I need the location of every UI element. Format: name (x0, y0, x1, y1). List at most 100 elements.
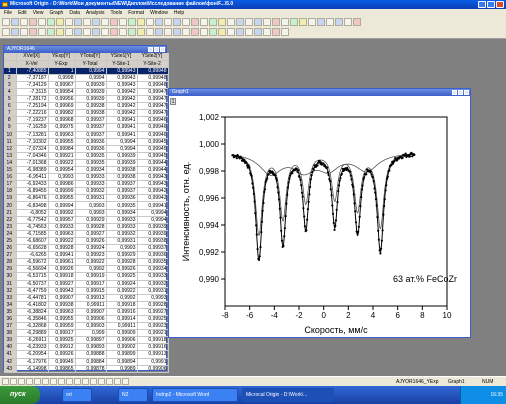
drawing-tool-button[interactable] (34, 378, 41, 385)
toolbar-button[interactable] (254, 18, 262, 26)
table-cell[interactable]: 0,99909 (106, 329, 138, 338)
table-cell[interactable]: -7,04346 (16, 152, 49, 160)
table-cell[interactable]: 0,99937 (75, 116, 107, 125)
toolbar-button[interactable] (128, 18, 136, 26)
format-toolbar-button[interactable] (218, 28, 226, 36)
table-cell[interactable]: 0,99923 (75, 251, 107, 260)
table-cell[interactable]: 0,99921 (137, 329, 169, 338)
table-cell[interactable]: 0,99932 (106, 230, 138, 238)
table-cell[interactable]: 0,99925 (48, 336, 76, 345)
table-cell[interactable]: 0,99922 (106, 287, 138, 295)
row-number[interactable]: 16 (4, 173, 17, 182)
format-toolbar-button[interactable] (38, 28, 46, 36)
row-number[interactable]: 13 (4, 152, 17, 160)
table-cell[interactable]: -6,71585 (16, 230, 49, 238)
table-cell[interactable]: 0,99939 (75, 81, 107, 89)
table-row[interactable]: 2 -7,37187 0,9998 0,9994 0,99943 0,99948 (4, 74, 169, 82)
row-number[interactable]: 42 (4, 358, 17, 366)
table-cell[interactable]: 0,99939 (137, 223, 169, 231)
toolbar-button[interactable] (20, 18, 28, 26)
graph-title-bar[interactable]: Graph1 (169, 89, 470, 96)
graph-window[interactable]: Graph1 1 -8 -6 -4 -2 0 2 4 6 8 10 0,990 0,992 0,994 0… (168, 88, 471, 338)
table-cell[interactable]: 0,99941 (106, 123, 138, 132)
table-row[interactable]: 34 -6,41802 0,99938 0,99911 0,99918 0,99928 (4, 301, 169, 309)
format-toolbar-button[interactable] (164, 28, 172, 36)
format-toolbar-button[interactable] (173, 28, 181, 36)
toolbar-button[interactable] (164, 18, 172, 26)
table-cell[interactable]: -6,50737 (16, 280, 49, 288)
table-cell[interactable]: 0,99948 (137, 67, 169, 75)
table-cell[interactable]: 0,99914 (106, 315, 138, 324)
drawing-tool-button[interactable] (98, 378, 105, 385)
graph-maximize-button[interactable] (458, 90, 463, 95)
toolbar-button[interactable] (47, 18, 55, 26)
table-cell[interactable]: 0,99903 (75, 322, 107, 331)
menu-help[interactable]: Help (174, 9, 184, 17)
table-cell[interactable]: 0,99955 (48, 138, 76, 146)
format-toolbar-button[interactable] (83, 28, 91, 36)
toolbar-button[interactable] (299, 18, 307, 26)
drawing-tool-button[interactable] (50, 378, 57, 385)
table-cell[interactable]: 0,99942 (106, 88, 138, 97)
worksheet-minimize-button[interactable] (148, 47, 153, 52)
table-cell[interactable]: 0,99963 (48, 308, 76, 316)
table-cell[interactable]: -6,17976 (16, 358, 49, 366)
table-row[interactable]: 41 -6,20954 0,99926 0,99888 0,99899 0,99913 (4, 350, 169, 359)
table-cell[interactable]: 0,99919 (75, 272, 107, 281)
drawing-tool-button[interactable] (66, 378, 73, 385)
table-cell[interactable]: 0,99984 (48, 145, 76, 153)
row-number[interactable]: 24 (4, 230, 17, 238)
toolbar-button[interactable] (281, 18, 289, 26)
format-toolbar-button[interactable] (146, 28, 154, 36)
drawing-tool-button[interactable] (18, 378, 25, 385)
column-header[interactable]: YExp[Y] (48, 53, 76, 61)
table-cell[interactable]: 0,9994 (106, 138, 138, 146)
table-cell[interactable]: 0,99939 (137, 230, 169, 238)
table-cell[interactable]: 0,99939 (75, 95, 107, 104)
toolbar-button[interactable] (29, 18, 37, 26)
table-cell[interactable]: -6,26911 (16, 336, 49, 345)
table-cell[interactable]: 0,99994 (48, 201, 76, 210)
worksheet-maximize-button[interactable] (154, 47, 159, 52)
table-cell[interactable]: 0,99922 (75, 258, 107, 267)
table-row[interactable]: 11 -7,10302 0,99955 0,99936 0,9994 0,99945 (4, 138, 169, 146)
worksheet-close-button[interactable] (160, 47, 165, 52)
drawing-tool-button[interactable] (74, 378, 81, 385)
row-number[interactable]: 12 (4, 145, 17, 153)
menu-file[interactable]: File (4, 9, 12, 17)
table-row[interactable]: 9 -7,16259 0,99975 0,99937 0,99941 0,99946 (4, 123, 169, 132)
table-row[interactable]: 37 -6,32868 0,99959 0,99903 0,99911 0,99923 (4, 322, 169, 331)
table-cell[interactable]: 0,99943 (106, 74, 138, 82)
format-toolbar-button[interactable] (137, 28, 145, 36)
table-cell[interactable]: 0,99911 (106, 322, 138, 331)
table-cell[interactable]: 0,9994 (75, 67, 107, 75)
toolbar-button[interactable] (290, 18, 298, 26)
table-row[interactable]: 30 -6,53715 0,99918 0,99919 0,99925 0,99933 (4, 272, 169, 281)
table-row[interactable]: 27 -6,6265 0,99941 0,99923 0,99929 0,99936 (4, 251, 169, 260)
table-cell[interactable]: 0,99926 (75, 237, 107, 246)
table-cell[interactable]: 0,99928 (75, 223, 107, 231)
taskbar-item[interactable]: Microcal Origin - D:\Work\... (242, 388, 334, 402)
table-cell[interactable]: 0,99907 (75, 308, 107, 316)
toolbar-button[interactable] (110, 18, 118, 26)
format-toolbar-button[interactable] (182, 28, 190, 36)
table-row[interactable]: 31 -6,50737 0,99927 0,99917 0,99924 0,99932 (4, 280, 169, 288)
table-cell[interactable]: 0,99946 (137, 123, 169, 132)
table-cell[interactable]: 0,9993 (75, 201, 107, 210)
table-cell[interactable]: 0,99961 (48, 258, 76, 267)
table-cell[interactable]: 0,99913 (137, 350, 169, 359)
table-cell[interactable]: 0,99986 (48, 180, 76, 189)
table-cell[interactable]: 0,99907 (48, 294, 76, 302)
drawing-tool-button[interactable] (122, 378, 129, 385)
toolbar-button[interactable] (218, 18, 226, 26)
table-cell[interactable]: 0,99933 (106, 216, 138, 224)
table-row[interactable]: 33 -6,44781 0,99907 0,99913 0,9992 0,9993 (4, 294, 169, 302)
table-cell[interactable]: 0,99936 (75, 138, 107, 146)
table-cell[interactable]: 0,99938 (75, 109, 107, 118)
table-cell[interactable]: 0,99927 (137, 308, 169, 316)
table-row[interactable]: 1 -7,40885 1 0,9994 0,99943 0,99948 (4, 67, 169, 75)
table-cell[interactable]: 0,9992 (106, 294, 138, 302)
row-number[interactable]: 38 (4, 329, 17, 338)
format-toolbar-button[interactable] (200, 28, 208, 36)
toolbar-button[interactable] (83, 18, 91, 26)
